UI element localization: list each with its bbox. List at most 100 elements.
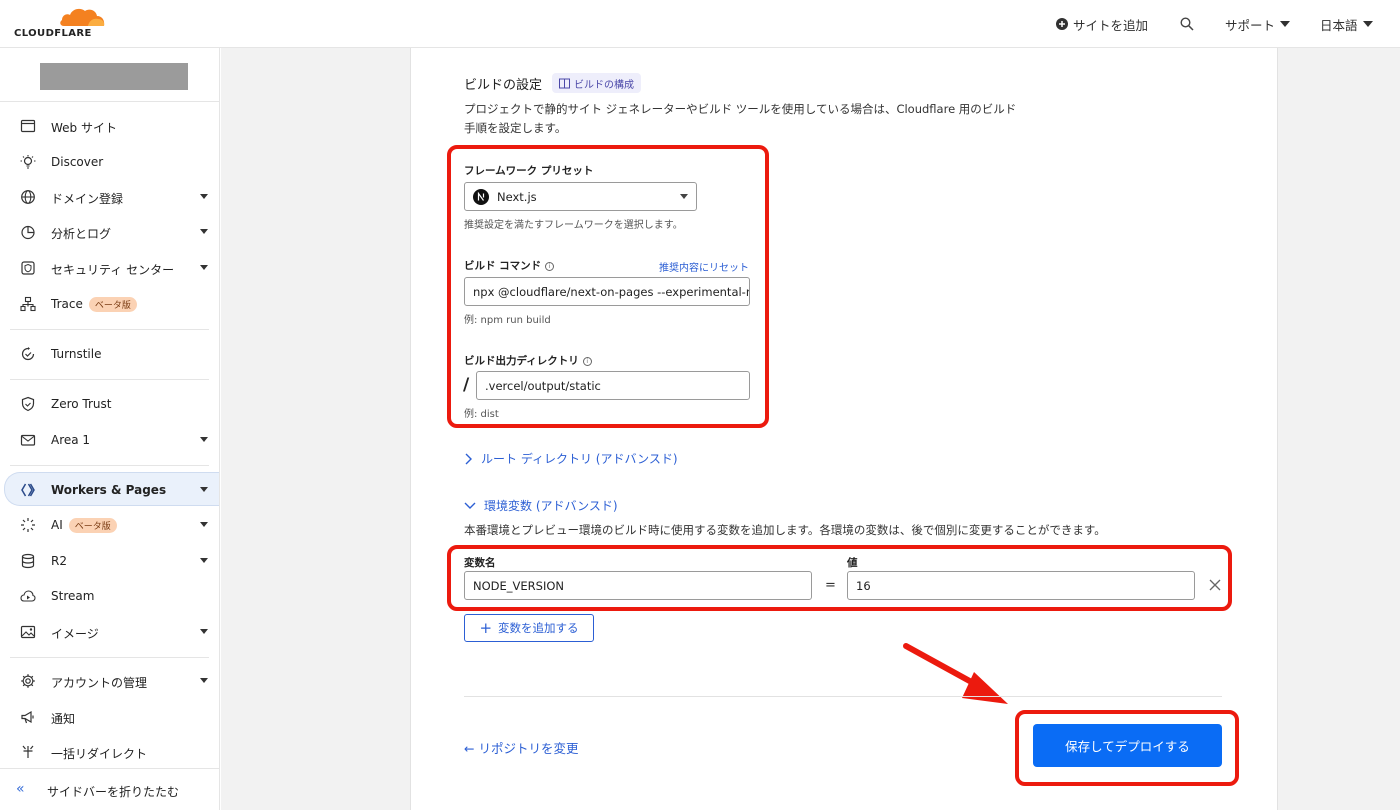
sidebar-item-r2[interactable]: R2 [10,544,219,578]
sidebar-item-label: Trace ベータ版 [51,297,137,312]
lightbulb-icon [20,155,36,169]
support-menu[interactable]: サポート [1225,14,1291,34]
cloudflare-cloud-icon [60,8,105,26]
sidebar-item-area1[interactable]: Area 1 [10,423,219,457]
beta-badge: ベータ版 [68,518,117,533]
browser-window-icon [20,119,36,133]
collapse-sidebar-label: サイドバーを折りたたむ [47,785,180,799]
build-output-example: 例: dist [464,409,499,420]
variable-name-input[interactable]: NODE_VERSION [464,571,812,600]
add-site-label: サイトを追加 [1073,17,1149,33]
workers-icon [21,483,35,497]
sidebar-item-account-management[interactable]: アカウントの管理 [10,664,219,698]
framework-preset-label: フレームワーク プリセット [464,165,594,177]
sidebar-item-discover[interactable]: Discover [10,145,219,179]
arrow-left-icon: ← [464,741,475,756]
sidebar-item-images[interactable]: イメージ [10,615,219,649]
chevron-down-icon [200,487,208,492]
build-settings-description: プロジェクトで静的サイト ジェネレーターやビルド ツールを使用している場合は、C… [464,102,1017,135]
framework-preset-value: Next.js [497,189,537,204]
build-output-input[interactable]: .vercel/output/static [476,371,750,400]
sidebar-divider [10,657,209,658]
chevron-down-icon [200,265,208,270]
sidebar-item-websites[interactable]: Web サイト [10,109,219,143]
framework-preset-select[interactable]: Next.js [464,182,697,211]
sidebar-item-turnstile[interactable]: Turnstile [10,337,219,371]
support-label: サポート [1225,17,1276,33]
chevron-down-icon [1362,21,1373,27]
sidebar-item-label: 分析とログ [51,227,112,241]
cloud-play-icon [20,590,36,602]
language-menu[interactable]: 日本語 [1320,14,1373,34]
redirect-icon [22,745,34,758]
sidebar-item-trace[interactable]: Trace ベータ版 [10,287,219,321]
top-header: CLOUDFLARE サイトを追加 サポート 日本語 [0,0,1400,48]
env-vars-toggle[interactable]: 環境変数 (アドバンスド) [464,497,618,514]
footer-divider [464,696,1222,697]
logo-wordmark: CLOUDFLARE [14,28,92,39]
sidebar-item-label: Area 1 [51,433,91,447]
variable-value-label: 値 [847,557,858,569]
output-dir-prefix: / [463,375,470,395]
sidebar-item-domains[interactable]: ドメイン登録 [10,180,219,214]
sidebar: Web サイト Discover ドメイン登録 分析とログ セキュリティ センタ… [0,48,220,810]
change-repository-link[interactable]: ← リポジトリを変更 [464,738,578,757]
sidebar-item-analytics[interactable]: 分析とログ [10,215,219,249]
remove-variable-button[interactable] [1208,578,1222,592]
variable-value-input[interactable]: 16 [847,571,1195,600]
equals-sign: = [825,578,836,593]
ai-sparkle-icon [21,518,35,532]
build-command-label-text: ビルド コマンド [464,260,542,272]
search-button[interactable] [1180,14,1194,34]
chevron-down-icon [200,558,208,563]
build-command-label: ビルド コマンド i [464,258,555,273]
trace-label: Trace [51,297,83,311]
sidebar-item-label: Zero Trust [51,397,112,411]
build-output-label: ビルド出力ディレクトリ i [464,353,592,368]
add-variable-button[interactable]: + 変数を追加する [464,614,594,642]
turnstile-icon [21,347,35,361]
chevron-down-icon [200,629,208,634]
nextjs-logo-icon [473,188,489,205]
shield-icon [21,396,35,412]
sidebar-item-label: 通知 [51,712,76,726]
framework-preset-help: 推奨設定を満たすフレームワークを選択します。 [464,220,683,231]
build-settings-title: ビルドの設定 [464,78,543,93]
sidebar-item-label: Web サイト [51,121,117,135]
build-command-input[interactable]: npx @cloudflare/next-on-pages --experime… [464,277,750,306]
add-variable-label: 変数を追加する [498,621,579,635]
variable-name-label: 変数名 [464,557,496,569]
chevron-down-icon [200,678,208,683]
globe-icon [21,190,35,204]
sidebar-item-label: 一括リダイレクト [51,747,148,761]
chevron-down-icon [680,194,688,199]
image-icon [20,625,36,639]
save-and-deploy-button[interactable]: 保存してデプロイする [1033,724,1222,767]
info-icon[interactable]: i [545,262,555,271]
sidebar-item-ai[interactable]: AI ベータ版 [10,508,219,542]
sidebar-item-stream[interactable]: Stream [10,579,219,613]
sidebar-item-zero-trust[interactable]: Zero Trust [10,387,219,421]
root-directory-toggle[interactable]: ルート ディレクトリ (アドバンスド) [464,450,678,467]
sidebar-item-label: ドメイン登録 [51,192,124,206]
build-config-pill[interactable]: ビルドの構成 [552,73,641,93]
account-name-redacted[interactable] [40,63,188,90]
sidebar-item-security-center[interactable]: セキュリティ センター [10,251,219,285]
cloudflare-logo[interactable]: CLOUDFLARE [14,6,108,40]
sidebar-item-workers-pages[interactable]: Workers & Pages [4,472,219,506]
root-directory-label: ルート ディレクトリ (アドバンスド) [481,452,678,466]
sidebar-item-bulk-redirects[interactable]: 一括リダイレクト [10,735,219,769]
change-repository-label: リポジトリを変更 [478,741,579,756]
sidebar-divider [0,101,219,102]
sidebar-item-label: イメージ [51,627,99,641]
add-site-button[interactable]: サイトを追加 [1056,14,1148,34]
email-icon [20,434,36,446]
sidebar-item-label: Workers & Pages [51,483,167,497]
database-icon [21,553,35,569]
plus-circle-icon [1056,18,1068,30]
collapse-sidebar-button[interactable]: « サイドバーを折りたたむ [0,768,219,810]
sidebar-divider [10,379,209,380]
sidebar-item-notifications[interactable]: 通知 [10,700,219,734]
info-icon[interactable]: i [582,357,592,366]
reset-to-recommended-link[interactable]: 推奨内容にリセット [659,259,749,274]
